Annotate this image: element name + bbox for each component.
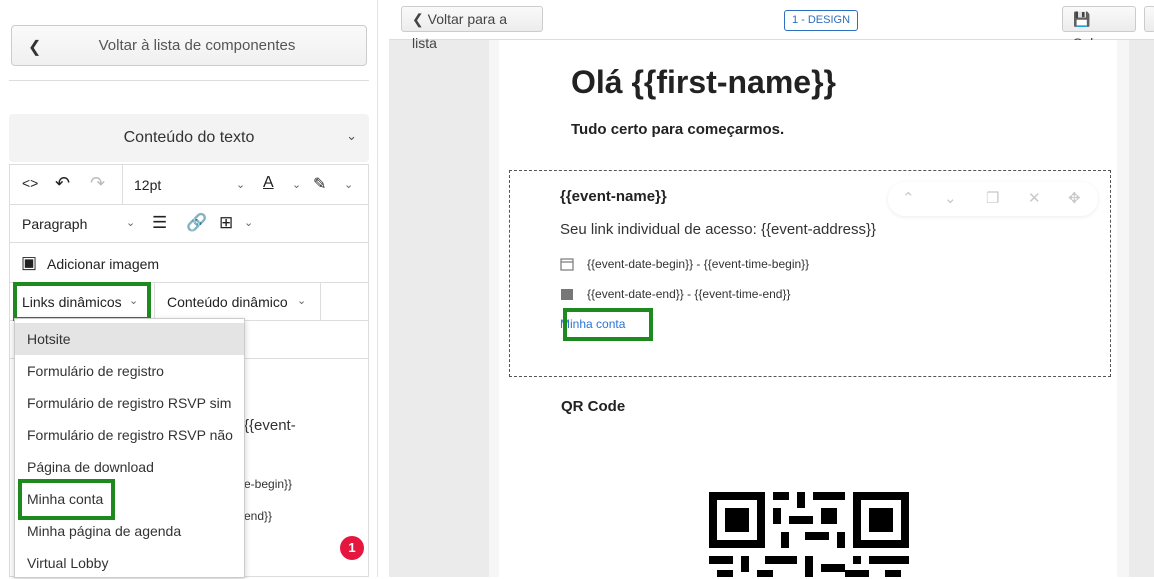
- text-content-accordion[interactable]: Conteúdo do texto ⌄: [9, 114, 369, 162]
- highlight-color-icon[interactable]: ✎: [313, 174, 326, 194]
- move-down-icon[interactable]: ⌄: [944, 189, 957, 207]
- back-to-list-button[interactable]: ❮ Voltar para a lista: [401, 6, 543, 51]
- toolbar-row-1: <> ↶ ↷ 12pt ⌄ A ⌄ ✎ ⌄: [10, 165, 368, 205]
- drag-handle-icon[interactable]: ✥: [1068, 189, 1081, 207]
- dynamic-links-dropdown: Hotsite Formulário de registro Formulári…: [14, 318, 245, 578]
- chevron-left-icon: ❮: [412, 11, 424, 27]
- save-button[interactable]: 💾 Salvar: [1062, 6, 1136, 51]
- image-icon[interactable]: ▣: [21, 253, 37, 273]
- table-icon[interactable]: ⊞: [219, 213, 233, 233]
- dropdown-item-virtual-lobby[interactable]: Virtual Lobby: [15, 547, 244, 579]
- event-date-end: {{event-date-end}} - {{event-time-end}}: [587, 287, 791, 301]
- component-editor-panel: ❮ Voltar à lista de componentes Conteúdo…: [0, 0, 378, 578]
- highlight-box: [18, 479, 115, 520]
- divider: [9, 80, 369, 81]
- chevron-down-icon: ⌄: [236, 179, 246, 191]
- top-toolbar: ❮ Voltar para a lista 1 - DESIGN 💾 Salva…: [389, 0, 1154, 51]
- dropdown-item-registration-rsvp-no[interactable]: Formulário de registro RSVP não: [15, 419, 244, 451]
- calendar-filled-icon: [561, 289, 573, 300]
- qr-code-title: QR Code: [561, 398, 626, 415]
- chevron-down-icon: ⌄: [297, 295, 307, 307]
- dropdown-item-hotsite[interactable]: Hotsite: [15, 323, 244, 355]
- design-step-tag[interactable]: 1 - DESIGN: [784, 10, 858, 31]
- save-icon: 💾: [1073, 11, 1091, 27]
- chevron-down-icon: ⌄: [346, 128, 357, 143]
- editor-text-fragment: {{event-: [244, 417, 296, 434]
- chevron-down-icon: ⌄: [244, 217, 254, 229]
- move-up-icon[interactable]: ⌃: [902, 189, 915, 207]
- block-toolbar: ⌃ ⌄ ❐ ✕ ✥: [888, 182, 1098, 216]
- email-preview-panel: ❮ Voltar para a lista 1 - DESIGN 💾 Salva…: [389, 0, 1154, 577]
- dynamic-content-menu[interactable]: Conteúdo dinâmico: [167, 294, 288, 310]
- separator: [154, 283, 155, 321]
- event-info-block[interactable]: {{event-name}} Seu link individual de ac…: [509, 170, 1111, 377]
- font-size-select[interactable]: 12pt: [134, 177, 161, 193]
- list-icon[interactable]: ☰: [152, 213, 167, 233]
- back-to-components-label: Voltar à lista de componentes: [98, 37, 296, 54]
- calendar-icon: [560, 258, 574, 271]
- duplicate-icon[interactable]: ❐: [986, 189, 999, 207]
- chevron-left-icon: ❮: [28, 39, 42, 56]
- chevron-down-icon: ⌄: [344, 179, 354, 191]
- link-icon[interactable]: 🔗: [186, 213, 207, 233]
- subtitle-text[interactable]: Tudo certo para começarmos.: [571, 121, 784, 138]
- step-badge: 1: [340, 536, 364, 560]
- chevron-down-icon: ⌄: [126, 217, 136, 229]
- separator: [122, 165, 123, 205]
- separator: [320, 283, 321, 321]
- event-name: {{event-name}}: [560, 188, 667, 205]
- dropdown-item-registration-form[interactable]: Formulário de registro: [15, 355, 244, 387]
- redo-icon[interactable]: ↷: [90, 173, 105, 194]
- accordion-title: Conteúdo do texto: [123, 129, 255, 146]
- add-image-button[interactable]: Adicionar imagem: [47, 256, 159, 272]
- greeting-heading[interactable]: Olá {{first-name}}: [571, 64, 836, 101]
- email-canvas: Olá {{first-name}} Tudo certo para começ…: [489, 40, 1129, 577]
- undo-icon[interactable]: ↶: [55, 173, 70, 194]
- chevron-down-icon: ⌄: [292, 179, 302, 191]
- block-format-select[interactable]: Paragraph: [22, 216, 87, 232]
- text-color-icon[interactable]: A: [263, 174, 274, 192]
- dropdown-item-registration-rsvp-yes[interactable]: Formulário de registro RSVP sim: [15, 387, 244, 419]
- source-code-icon[interactable]: <>: [22, 175, 38, 191]
- highlight-box: [13, 282, 151, 321]
- highlight-box: [563, 308, 653, 341]
- delete-icon[interactable]: ✕: [1028, 189, 1041, 207]
- event-link-text: Seu link individual de acesso: {{event-a…: [560, 221, 877, 238]
- event-date-begin: {{event-date-begin}} - {{event-time-begi…: [587, 257, 810, 271]
- qr-code-image: [709, 492, 909, 577]
- editor-text-fragment: e-begin}}: [244, 477, 293, 491]
- more-button[interactable]: [1144, 6, 1154, 32]
- toolbar-row-2: Paragraph ⌄ ☰ 🔗 ⊞ ⌄: [10, 205, 368, 243]
- editor-text-fragment: end}}: [244, 509, 273, 523]
- back-to-components-button[interactable]: ❮ Voltar à lista de componentes: [11, 25, 367, 66]
- toolbar-row-3: ▣ Adicionar imagem: [10, 243, 368, 283]
